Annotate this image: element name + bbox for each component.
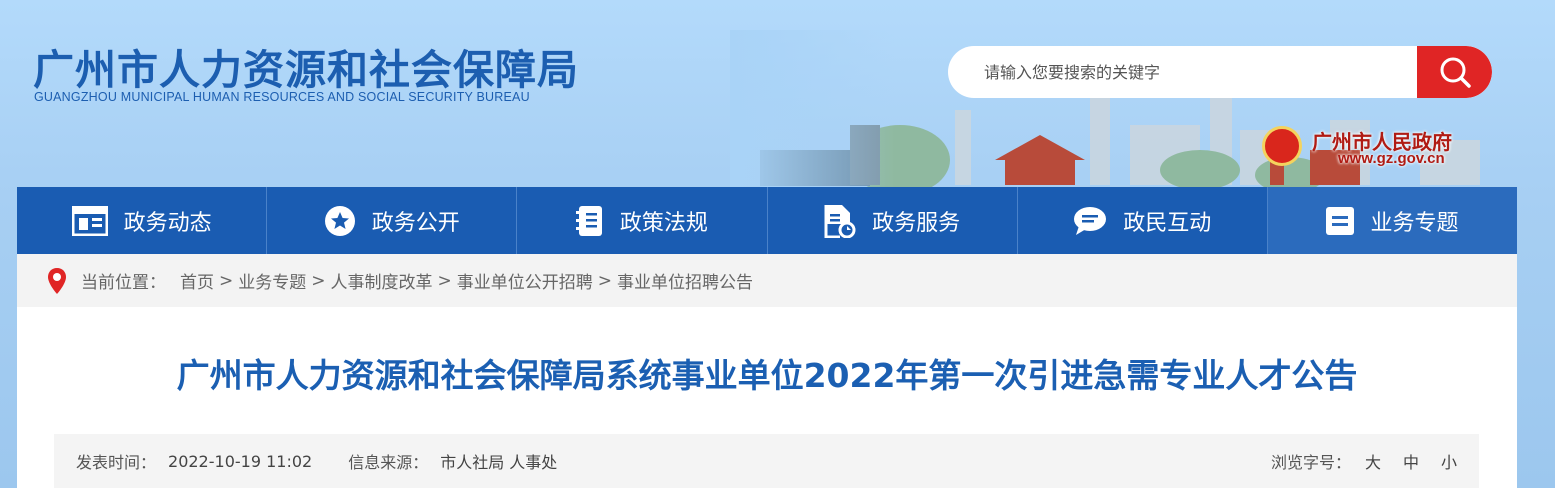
document-service-icon bbox=[824, 204, 856, 238]
publish-time-label: 发表时间： bbox=[76, 453, 157, 472]
breadcrumb-separator: > bbox=[437, 270, 452, 291]
location-pin-icon bbox=[47, 267, 67, 295]
nav-item-label: 政务公开 bbox=[371, 210, 460, 236]
chat-icon bbox=[1073, 206, 1107, 236]
star-icon bbox=[324, 205, 356, 237]
source-label: 信息来源： bbox=[348, 453, 429, 472]
font-size-small-button[interactable]: 小 bbox=[1441, 449, 1457, 473]
breadcrumb-separator: > bbox=[219, 270, 234, 291]
source-value: 市人社局 人事处 bbox=[440, 453, 558, 472]
breadcrumb-separator: > bbox=[311, 270, 326, 291]
breadcrumb-separator: > bbox=[597, 270, 612, 291]
article-title: 广州市人力资源和社会保障局系统事业单位2022年第一次引进急需专业人才公告 bbox=[176, 356, 1358, 395]
search-button[interactable] bbox=[1417, 46, 1492, 98]
font-size-medium-button[interactable]: 中 bbox=[1403, 449, 1419, 473]
search-box bbox=[948, 46, 1492, 98]
font-size-controls: 浏览字号： 大 中 小 bbox=[1271, 449, 1457, 473]
breadcrumb-personnel-reform[interactable]: 人事制度改革 bbox=[331, 268, 433, 293]
content-panel: 当前位置： 首页 > 业务专题 > 人事制度改革 > 事业单位公开招聘 > 事业… bbox=[17, 254, 1517, 488]
font-size-label: 浏览字号： bbox=[1270, 453, 1351, 472]
nav-item-services[interactable]: 政务服务 bbox=[768, 187, 1018, 254]
site-logo-subtitle: GUANGZHOU MUNICIPAL HUMAN RESOURCES AND … bbox=[34, 90, 530, 104]
site-logo-title[interactable]: 广州市人力资源和社会保障局 bbox=[33, 36, 579, 96]
breadcrumb-public-recruitment[interactable]: 事业单位公开招聘 bbox=[457, 268, 593, 293]
article-meta-bar: 发表时间： 2022-10-19 11:02 信息来源： 市人社局 人事处 浏览… bbox=[54, 434, 1479, 488]
gov-link-url[interactable]: www.gz.gov.cn bbox=[1338, 150, 1445, 167]
book-icon bbox=[575, 205, 604, 237]
nav-item-news[interactable]: 政务动态 bbox=[17, 187, 268, 254]
list-icon bbox=[1326, 206, 1355, 235]
nav-item-topics[interactable]: 业务专题 bbox=[1267, 187, 1518, 254]
main-nav: 政务动态 政务公开 政策法规 政务服务 政民互动 业务专题 bbox=[17, 187, 1518, 254]
search-icon bbox=[1440, 57, 1471, 88]
breadcrumb-home[interactable]: 首页 bbox=[180, 268, 214, 293]
nav-item-open-gov[interactable]: 政务公开 bbox=[267, 187, 518, 254]
nav-item-label: 政务服务 bbox=[872, 210, 961, 236]
font-size-large-button[interactable]: 大 bbox=[1365, 449, 1381, 473]
gov-emblem-icon[interactable] bbox=[1262, 126, 1302, 166]
nav-item-label: 政务动态 bbox=[123, 210, 212, 236]
nav-item-label: 政策法规 bbox=[619, 210, 708, 236]
breadcrumb-recruitment-notices[interactable]: 事业单位招聘公告 bbox=[617, 268, 753, 293]
publish-time-value: 2022-10-19 11:02 bbox=[168, 451, 313, 471]
breadcrumb-prefix: 当前位置： bbox=[81, 273, 166, 293]
nav-item-policies[interactable]: 政策法规 bbox=[517, 187, 768, 254]
breadcrumb: 当前位置： 首页 > 业务专题 > 人事制度改革 > 事业单位公开招聘 > 事业… bbox=[17, 254, 1517, 307]
search-input[interactable] bbox=[948, 46, 1418, 98]
breadcrumb-topics[interactable]: 业务专题 bbox=[238, 268, 306, 293]
news-icon bbox=[71, 205, 108, 236]
nav-item-label: 政民互动 bbox=[1123, 210, 1212, 236]
nav-item-interaction[interactable]: 政民互动 bbox=[1018, 187, 1268, 254]
nav-item-label: 业务专题 bbox=[1370, 210, 1459, 236]
